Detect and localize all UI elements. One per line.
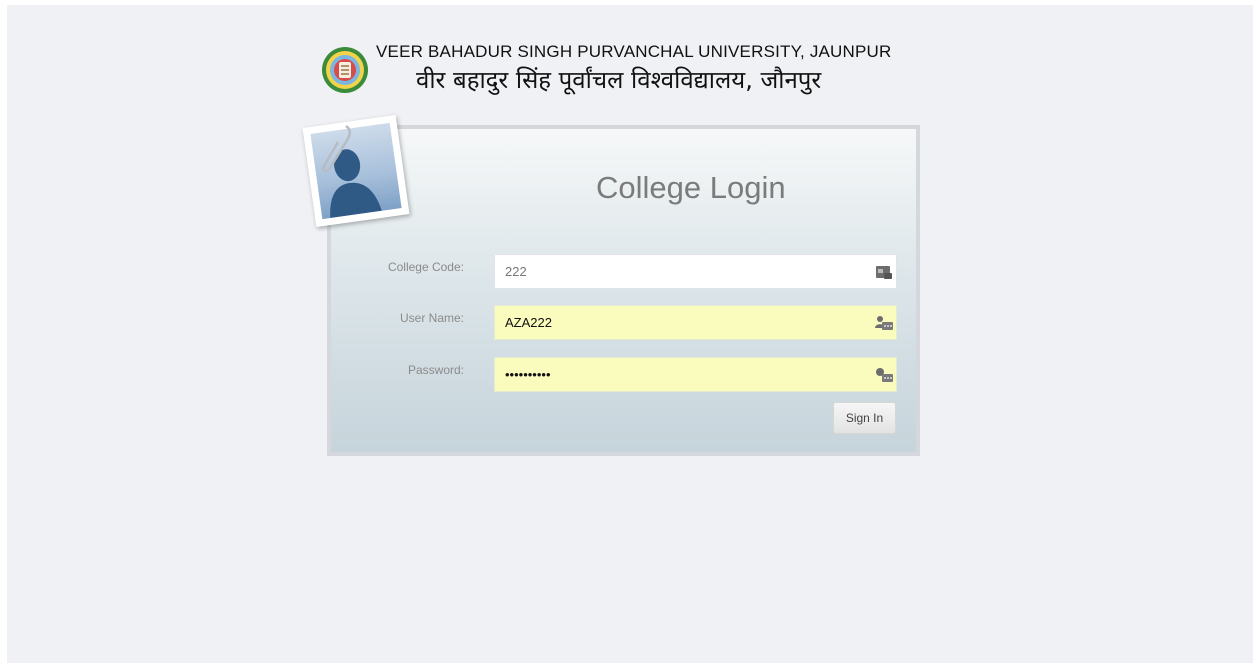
username-field[interactable] bbox=[494, 305, 897, 340]
username-label: User Name: bbox=[399, 311, 464, 325]
college-code-label: College Code: bbox=[387, 260, 464, 274]
paperclip-icon bbox=[322, 124, 351, 173]
sign-in-button[interactable]: Sign In bbox=[833, 402, 896, 434]
university-seal-icon bbox=[322, 47, 368, 93]
username-input[interactable] bbox=[495, 306, 865, 339]
university-title-hindi: वीर बहादुर सिंह पूर्वांचल विश्वविद्यालय,… bbox=[416, 66, 822, 94]
university-header: VEER BAHADUR SINGH PURVANCHAL UNIVERSITY… bbox=[321, 41, 981, 105]
key-card-icon bbox=[876, 368, 893, 382]
login-title: College Login bbox=[596, 170, 786, 205]
id-card-icon bbox=[876, 266, 892, 279]
university-title-english: VEER BAHADUR SINGH PURVANCHAL UNIVERSITY… bbox=[376, 42, 892, 61]
password-field[interactable] bbox=[494, 357, 897, 392]
college-code-input[interactable] bbox=[495, 255, 865, 288]
password-input[interactable] bbox=[495, 358, 865, 391]
user-card-icon bbox=[875, 316, 893, 330]
college-code-field[interactable] bbox=[494, 254, 897, 289]
password-label: Password: bbox=[407, 363, 464, 377]
